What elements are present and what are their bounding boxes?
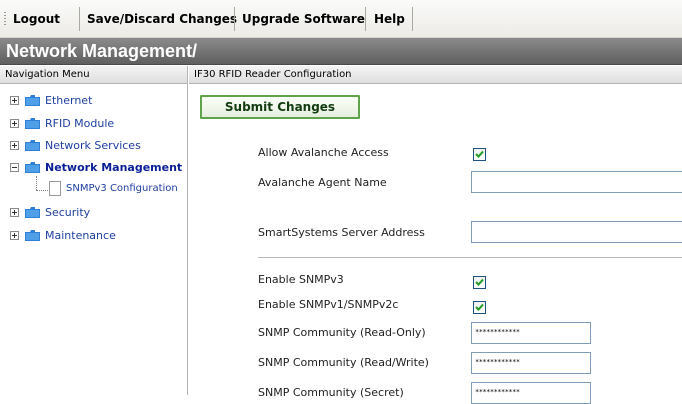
enable-snmpv3-checkbox[interactable] xyxy=(473,276,486,289)
tree-connector xyxy=(36,176,37,190)
snmp-community-read-write-input[interactable]: ************ xyxy=(471,352,591,374)
sidebar-item-network-management[interactable]: Network Management xyxy=(10,160,182,176)
toolbar-separator xyxy=(79,7,80,31)
sidebar-item-security[interactable]: Security xyxy=(10,205,90,221)
avalanche-agent-name-label: Avalanche Agent Name xyxy=(258,176,387,189)
page-title: Network Management/ xyxy=(0,38,682,65)
collapse-icon[interactable] xyxy=(10,162,19,172)
logout-button[interactable]: Logout xyxy=(13,7,60,31)
sidebar-item-ethernet[interactable]: Ethernet xyxy=(10,93,92,109)
enable-snmpv3-label: Enable SNMPv3 xyxy=(258,273,344,286)
upgrade-software-button[interactable]: Upgrade Software xyxy=(242,7,365,31)
toolbar-separator xyxy=(234,7,235,31)
nav-menu-header: Navigation Menu xyxy=(0,66,188,84)
expand-icon[interactable] xyxy=(10,95,19,105)
sidebar-item-label: Security xyxy=(45,206,91,219)
expand-icon[interactable] xyxy=(10,207,19,217)
toolbar-grip xyxy=(4,12,6,26)
sidebar-item-label: Network Services xyxy=(45,139,141,152)
checkmark-icon xyxy=(475,150,484,158)
sidebar-item-label: Network Management xyxy=(45,161,183,174)
save-discard-button[interactable]: Save/Discard Changes xyxy=(87,7,237,31)
sidebar-item-network-services[interactable]: Network Services xyxy=(10,138,141,154)
enable-snmpv1-v2c-checkbox[interactable] xyxy=(473,301,486,314)
sidebar-item-rfid-module[interactable]: RFID Module xyxy=(10,116,114,132)
navigation-tree: Ethernet RFID Module Network Services Ne… xyxy=(0,84,188,395)
tree-connector xyxy=(36,190,48,191)
folder-open-icon xyxy=(25,161,40,173)
sidebar-item-label: Maintenance xyxy=(45,229,116,242)
expand-icon[interactable] xyxy=(10,140,19,150)
sidebar-item-label: RFID Module xyxy=(45,117,115,130)
page-icon xyxy=(49,181,61,196)
help-button[interactable]: Help xyxy=(374,7,405,31)
folder-icon xyxy=(25,206,40,218)
folder-icon xyxy=(25,229,40,241)
checkmark-icon xyxy=(475,303,484,311)
snmp-community-read-only-label: SNMP Community (Read-Only) xyxy=(258,326,426,339)
allow-avalanche-access-checkbox[interactable] xyxy=(473,148,486,161)
submit-changes-button[interactable]: Submit Changes xyxy=(200,95,360,119)
folder-icon xyxy=(25,94,40,106)
toolbar-separator xyxy=(365,7,366,31)
snmp-community-read-write-label: SNMP Community (Read/Write) xyxy=(258,356,429,369)
sidebar-item-maintenance[interactable]: Maintenance xyxy=(10,228,116,244)
main-panel-header: IF30 RFID Reader Configuration xyxy=(189,66,682,84)
snmp-community-secret-label: SNMP Community (Secret) xyxy=(258,386,404,399)
top-toolbar: Logout Save/Discard Changes Upgrade Soft… xyxy=(0,0,682,38)
sidebar-item-snmpv3-configuration[interactable]: SNMPv3 Configuration xyxy=(66,183,178,194)
expand-icon[interactable] xyxy=(10,118,19,128)
allow-avalanche-access-label: Allow Avalanche Access xyxy=(258,146,389,159)
folder-icon xyxy=(25,117,40,129)
avalanche-agent-name-input[interactable] xyxy=(471,171,682,193)
checkmark-icon xyxy=(475,278,484,286)
sidebar-item-label: Ethernet xyxy=(45,94,93,107)
section-divider xyxy=(258,257,682,258)
snmp-community-secret-input[interactable]: ************ xyxy=(471,382,591,404)
expand-icon[interactable] xyxy=(10,230,19,240)
smartsystems-server-address-input[interactable] xyxy=(471,221,682,243)
folder-icon xyxy=(25,139,40,151)
enable-snmpv1-v2c-label: Enable SNMPv1/SNMPv2c xyxy=(258,298,399,311)
toolbar-separator xyxy=(412,7,413,31)
snmp-community-read-only-input[interactable]: ************ xyxy=(471,322,591,344)
smartsystems-server-address-label: SmartSystems Server Address xyxy=(258,226,425,239)
